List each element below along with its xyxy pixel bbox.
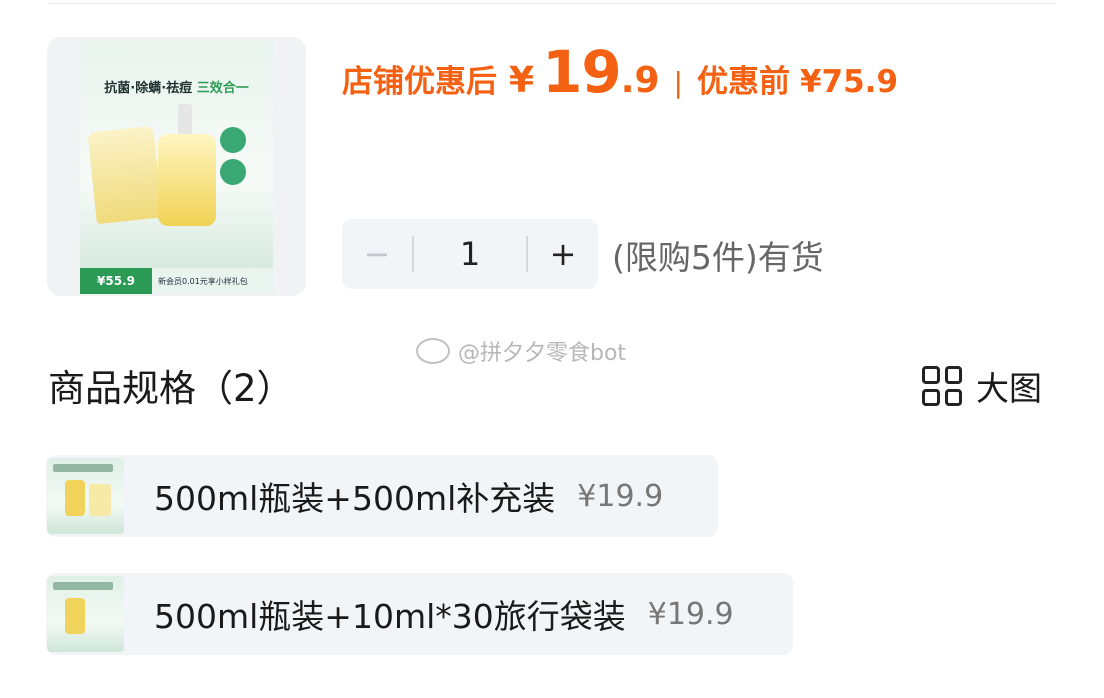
product-thumbnail[interactable]: 抗菌·除螨·祛痘 三效合一 ¥55.9 新会员0.01元享小样礼包 xyxy=(47,37,306,296)
spec-option-name: 500ml瓶装+500ml补充装 xyxy=(154,479,556,518)
poster-title: 抗菌·除螨·祛痘 三效合一 xyxy=(104,81,249,96)
spec-option-price: ¥19.9 xyxy=(577,478,664,514)
spec-option[interactable]: 500ml瓶装+10ml*30旅行袋装 ¥19.9 xyxy=(46,573,793,655)
bottle-image xyxy=(158,134,216,226)
spec-option-name: 500ml瓶装+10ml*30旅行袋装 xyxy=(154,597,626,636)
purchase-limit-stock: (限购5件)有货 xyxy=(612,238,824,277)
poster-price: ¥55.9 xyxy=(80,268,152,294)
spec-option-price: ¥19.9 xyxy=(647,596,734,632)
poster-price-strip: ¥55.9 新会员0.01元享小样礼包 xyxy=(80,268,273,294)
refill-bag-image xyxy=(87,125,163,225)
spec-option-thumbnail xyxy=(47,576,124,652)
big-view-label: 大图 xyxy=(976,369,1042,408)
watermark: @拼夕夕零食bot xyxy=(416,335,626,367)
currency-symbol: ¥ xyxy=(509,60,535,101)
big-view-toggle[interactable]: 大图 xyxy=(922,362,1042,410)
watermark-text: @拼夕夕零食bot xyxy=(458,341,627,366)
top-divider xyxy=(48,3,1056,4)
pump-image xyxy=(178,104,192,136)
product-poster-image: 抗菌·除螨·祛痘 三效合一 ¥55.9 新会员0.01元享小样礼包 xyxy=(80,39,273,294)
quantity-value[interactable]: 1 xyxy=(414,235,526,273)
weibo-icon xyxy=(416,338,450,364)
increase-button[interactable]: + xyxy=(528,219,598,289)
spec-option[interactable]: 500ml瓶装+500ml补充装 ¥19.9 xyxy=(46,455,718,537)
original-price-label: 优惠前 xyxy=(696,64,790,100)
quantity-stepper: − 1 + xyxy=(342,219,598,289)
price-separator: | xyxy=(673,66,683,99)
price-line: 店铺优惠后 ¥ 19 .9 | 优惠前 ¥75.9 xyxy=(342,38,898,108)
discount-price-label: 店铺优惠后 xyxy=(342,64,497,100)
original-price-value: ¥75.9 xyxy=(799,64,899,100)
badge-icon xyxy=(220,127,246,153)
spec-option-thumbnail xyxy=(47,458,124,534)
spec-section-title: 商品规格（2） xyxy=(48,367,294,410)
decrease-button[interactable]: − xyxy=(342,219,412,289)
grid-icon xyxy=(922,366,962,406)
discount-price-integer: 19 xyxy=(542,38,622,106)
discount-price-decimal: .9 xyxy=(620,60,660,101)
poster-gift-text: 新会员0.01元享小样礼包 xyxy=(158,277,248,286)
badge-icon xyxy=(220,159,246,185)
